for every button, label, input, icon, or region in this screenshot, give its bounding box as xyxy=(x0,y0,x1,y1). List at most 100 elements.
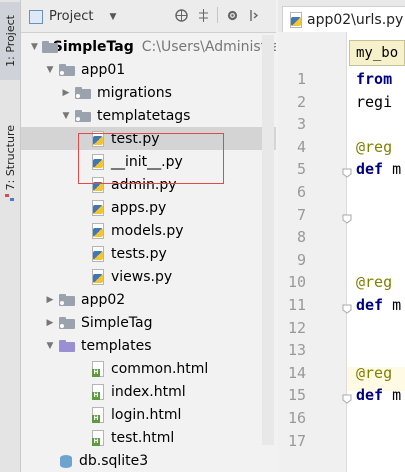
line-number: 17 xyxy=(287,431,306,450)
tree-node-app01[interactable]: ▼ app01 xyxy=(21,58,276,81)
tree-node-label: login.html xyxy=(111,406,182,423)
python-file-icon xyxy=(91,199,105,216)
expand-arrow-icon[interactable]: ▼ xyxy=(45,341,55,351)
header-divider xyxy=(217,7,218,23)
code-decorator: @reg xyxy=(356,273,393,292)
project-tree: ▼ SimpleTag C:\Users\Administrat ▼ app01… xyxy=(21,33,276,472)
tree-node-label: test.py xyxy=(111,130,160,147)
tree-node-templatetags[interactable]: ▼ templatetags xyxy=(21,104,276,127)
line-number: 5 xyxy=(296,160,306,179)
structure-icon xyxy=(5,194,14,201)
tree-node-path: C:\Users\Administrat xyxy=(141,38,276,55)
code-editor: app02\urls.py 1 2 3 4 5 6 7 8 9 10 11 12 13 14 15 16 17 … xyxy=(278,0,405,472)
tree-node-label: apps.py xyxy=(111,199,167,216)
line-number: 14 xyxy=(287,363,306,382)
code-line: @reg xyxy=(356,273,405,295)
project-view-selector[interactable]: Project ▼ xyxy=(29,9,116,24)
tree-node-label: db.sqlite3 xyxy=(79,452,149,469)
tree-node-label: common.html xyxy=(111,360,209,377)
line-number: 15 xyxy=(287,386,306,405)
tree-node-label: app02 xyxy=(81,291,126,308)
collapse-arrow-icon[interactable]: ▶ xyxy=(45,295,55,305)
code-decorator: @reg xyxy=(356,363,393,382)
code-line: def m xyxy=(356,296,405,318)
expand-arrow-icon[interactable]: ▼ xyxy=(61,111,71,121)
code-breadcrumb[interactable]: my_bo xyxy=(349,40,405,66)
expand-arrow-icon[interactable]: ▼ xyxy=(31,42,38,52)
line-number: 16 xyxy=(287,409,306,427)
line-number: 1 xyxy=(296,70,306,88)
line-number: 6 xyxy=(296,183,306,201)
collapse-arrow-icon[interactable]: ▶ xyxy=(45,318,55,328)
tree-node-label: index.html xyxy=(111,383,186,400)
hide-icon[interactable] xyxy=(246,7,262,23)
templates-folder-icon xyxy=(59,339,75,352)
python-file-icon xyxy=(91,222,105,239)
code-line: regi xyxy=(356,93,405,115)
code-line: @reg xyxy=(356,364,405,386)
project-panel-header: Project ▼ xyxy=(21,0,276,33)
editor-tab-urls-py[interactable]: app02\urls.py xyxy=(282,6,405,33)
code-line: @reg xyxy=(356,138,405,160)
tree-node-simpletag[interactable]: ▶ SimpleTag xyxy=(21,311,276,334)
tree-node-simpletag-root[interactable]: ▼ SimpleTag C:\Users\Administrat xyxy=(21,35,276,58)
fold-marker-icon[interactable] xyxy=(342,212,352,224)
html-file-icon: H xyxy=(91,406,105,423)
folder-icon xyxy=(75,109,91,122)
fold-marker-icon[interactable] xyxy=(342,392,352,405)
tree-node-db-sqlite3[interactable]: db.sqlite3 xyxy=(21,449,276,472)
tree-node-test-py-selected[interactable]: test.py xyxy=(21,127,276,150)
chevron-down-icon: ▼ xyxy=(109,11,117,22)
globe-icon[interactable] xyxy=(173,7,189,23)
project-tool-tab[interactable]: 1: Project xyxy=(0,2,20,80)
tree-node-admin-py[interactable]: admin.py xyxy=(21,173,276,196)
tree-node-label: migrations xyxy=(97,84,172,101)
project-tool-tab-label: 1: Project xyxy=(3,15,17,67)
tree-node-index-html[interactable]: H index.html xyxy=(21,380,276,403)
code-keyword: def xyxy=(356,386,393,405)
line-number: 11 xyxy=(287,296,306,314)
line-number-gutter: 1 2 3 4 5 6 7 8 9 10 11 12 13 14 15 16 17 xyxy=(278,32,347,472)
gear-icon[interactable] xyxy=(224,7,240,23)
fold-marker-icon[interactable] xyxy=(342,302,352,314)
line-number: 13 xyxy=(287,341,306,360)
tree-scrollbar[interactable] xyxy=(262,35,274,445)
tree-node-label: templates xyxy=(81,337,152,354)
tree-node-tests-py[interactable]: tests.py xyxy=(21,242,276,265)
python-file-icon xyxy=(91,130,105,147)
structure-tool-tab[interactable]: 7: Structure xyxy=(0,110,20,206)
tree-node-models-py[interactable]: models.py xyxy=(21,219,276,242)
html-file-icon: H xyxy=(91,429,105,446)
code-keyword: from xyxy=(356,70,393,88)
tree-node-common-html[interactable]: H common.html xyxy=(21,357,276,380)
tree-node-templates[interactable]: ▼ templates xyxy=(21,334,276,357)
tree-node-apps-py[interactable]: apps.py xyxy=(21,196,276,219)
tree-node-login-html[interactable]: H login.html xyxy=(21,403,276,426)
code-decorator: @reg xyxy=(356,137,393,156)
collapse-arrow-icon[interactable]: ▶ xyxy=(61,88,71,98)
tree-node-init-py[interactable]: __init__.py xyxy=(21,150,276,173)
tree-node-migrations[interactable]: ▶ migrations xyxy=(21,81,276,104)
folder-icon xyxy=(59,63,75,76)
collapse-icon[interactable] xyxy=(195,7,211,23)
python-file-icon xyxy=(91,176,105,193)
code-text: m xyxy=(392,296,402,314)
fold-marker-icon[interactable] xyxy=(342,166,352,179)
tree-node-app02[interactable]: ▶ app02 xyxy=(21,288,276,311)
tree-node-test-html[interactable]: H test.html xyxy=(21,426,276,449)
folder-icon xyxy=(59,316,75,329)
tool-window-strip: 1: Project 7: Structure xyxy=(0,0,21,472)
folder-icon xyxy=(59,293,75,306)
expand-arrow-icon[interactable]: ▼ xyxy=(45,65,55,75)
tree-node-label: app01 xyxy=(81,61,126,78)
python-file-icon xyxy=(91,245,105,262)
line-number: 12 xyxy=(287,318,306,337)
tree-node-views-py[interactable]: views.py xyxy=(21,265,276,288)
tree-node-label: models.py xyxy=(111,222,184,239)
